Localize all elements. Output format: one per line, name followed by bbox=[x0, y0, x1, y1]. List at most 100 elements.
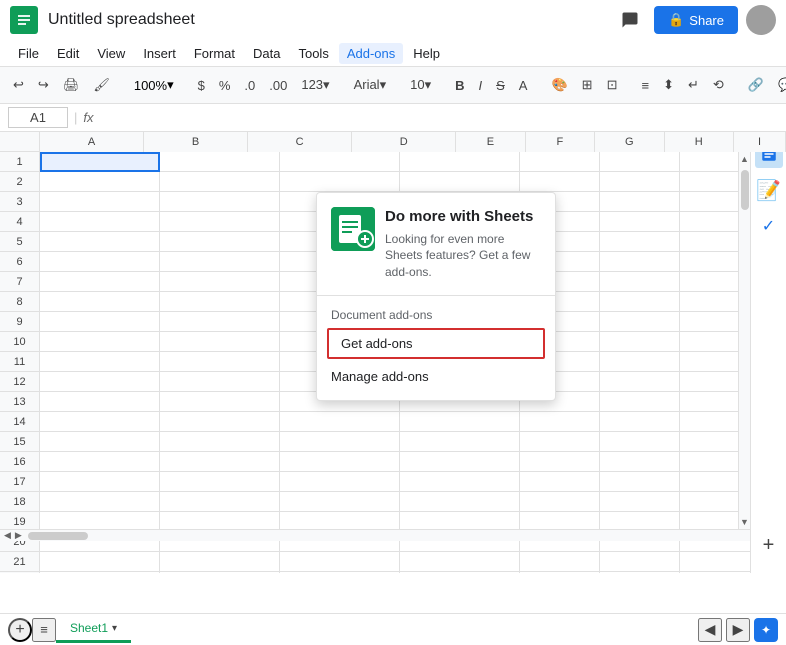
row-7[interactable]: 7 bbox=[0, 272, 40, 292]
valign-button[interactable]: ⬍ bbox=[658, 74, 679, 96]
rotate-button[interactable]: ⟲ bbox=[708, 74, 729, 96]
wrap-button[interactable]: ↵ bbox=[683, 74, 704, 96]
percent-button[interactable]: % bbox=[214, 75, 236, 96]
vertical-scrollbar[interactable]: ▲ ▼ bbox=[738, 152, 750, 529]
col-header-f[interactable]: F bbox=[526, 132, 595, 152]
add-sheet-button[interactable]: + bbox=[8, 618, 32, 642]
decimal-inc-button[interactable]: .00 bbox=[264, 75, 292, 96]
col-header-b[interactable]: B bbox=[144, 132, 248, 152]
undo-button[interactable]: ↩ bbox=[8, 74, 29, 96]
sheet-menu-button[interactable]: ≡ bbox=[32, 618, 56, 642]
popup-header: Do more with Sheets Looking for even mor… bbox=[317, 193, 555, 291]
menu-view[interactable]: View bbox=[89, 43, 133, 64]
col-header-e[interactable]: E bbox=[456, 132, 525, 152]
col-header-c[interactable]: C bbox=[248, 132, 352, 152]
cell-d1[interactable] bbox=[400, 152, 520, 172]
strikethrough-button[interactable]: S bbox=[491, 75, 510, 96]
row-11[interactable]: 11 bbox=[0, 352, 40, 372]
cell-a2[interactable] bbox=[40, 172, 160, 192]
add-panel-icon[interactable]: + bbox=[757, 533, 781, 565]
menu-file[interactable]: File bbox=[10, 43, 47, 64]
column-headers: A B C D E F G H I bbox=[0, 132, 786, 152]
fill-color-button[interactable]: 🎨 bbox=[546, 74, 572, 96]
italic-button[interactable]: I bbox=[474, 75, 488, 96]
row-10[interactable]: 10 bbox=[0, 332, 40, 352]
font-size-button[interactable]: 10▾ bbox=[405, 74, 436, 96]
menu-help[interactable]: Help bbox=[405, 43, 448, 64]
table-row bbox=[40, 412, 786, 432]
borders-button[interactable]: ⊞ bbox=[577, 74, 598, 96]
row-17[interactable]: 17 bbox=[0, 472, 40, 492]
menu-tools[interactable]: Tools bbox=[290, 43, 336, 64]
explore-button[interactable]: ✦ bbox=[754, 618, 778, 642]
number-format-button[interactable]: 123▾ bbox=[296, 74, 334, 96]
col-header-g[interactable]: G bbox=[595, 132, 664, 152]
nav-right-button[interactable]: ▶ bbox=[726, 618, 750, 642]
corner-cell bbox=[0, 132, 40, 152]
nav-left-button[interactable]: ◀ bbox=[698, 618, 722, 642]
col-header-d[interactable]: D bbox=[352, 132, 456, 152]
row-2[interactable]: 2 bbox=[0, 172, 40, 192]
get-addons-button[interactable]: Get add-ons bbox=[327, 328, 545, 359]
cell-reference-input[interactable] bbox=[8, 107, 68, 128]
comment-add-button[interactable]: 💬 bbox=[773, 74, 786, 96]
cell-b1[interactable] bbox=[160, 152, 280, 172]
comment-button[interactable] bbox=[614, 4, 646, 36]
scroll-left-button[interactable]: ◀ bbox=[2, 528, 13, 543]
row-15[interactable]: 15 bbox=[0, 432, 40, 452]
row-21[interactable]: 21 bbox=[0, 552, 40, 572]
popup-title: Do more with Sheets bbox=[385, 207, 541, 227]
notes-panel-icon[interactable]: 📝 bbox=[755, 176, 783, 204]
align-left-button[interactable]: ≡ bbox=[636, 75, 654, 96]
menu-addons[interactable]: Add-ons bbox=[339, 43, 403, 64]
row-6[interactable]: 6 bbox=[0, 252, 40, 272]
table-row bbox=[40, 492, 786, 512]
row-9[interactable]: 9 bbox=[0, 312, 40, 332]
row-12[interactable]: 12 bbox=[0, 372, 40, 392]
row-13[interactable]: 13 bbox=[0, 392, 40, 412]
currency-button[interactable]: $ bbox=[193, 75, 210, 96]
tasks-panel-icon[interactable]: ✓ bbox=[755, 212, 783, 240]
horizontal-scrollbar-thumb[interactable] bbox=[28, 532, 88, 540]
text-color-button[interactable]: A bbox=[514, 75, 533, 96]
decimal-dec-button[interactable]: .0 bbox=[239, 75, 260, 96]
cell-e1[interactable] bbox=[520, 152, 600, 172]
col-header-a[interactable]: A bbox=[40, 132, 144, 152]
manage-addons-button[interactable]: Manage add-ons bbox=[317, 361, 555, 392]
menu-edit[interactable]: Edit bbox=[49, 43, 87, 64]
horizontal-scrollbar[interactable]: ◀ ▶ bbox=[0, 529, 750, 541]
row-16[interactable]: 16 bbox=[0, 452, 40, 472]
row-3[interactable]: 3 bbox=[0, 192, 40, 212]
col-header-h[interactable]: H bbox=[665, 132, 734, 152]
share-button[interactable]: 🔒 Share bbox=[654, 6, 738, 34]
row-8[interactable]: 8 bbox=[0, 292, 40, 312]
sheet-tab-sheet1[interactable]: Sheet1 ▾ bbox=[56, 616, 131, 643]
row-4[interactable]: 4 bbox=[0, 212, 40, 232]
menu-insert[interactable]: Insert bbox=[135, 43, 184, 64]
menu-data[interactable]: Data bbox=[245, 43, 288, 64]
vertical-scrollbar-thumb[interactable] bbox=[741, 170, 749, 210]
share-label: Share bbox=[689, 13, 724, 28]
print-button[interactable]: 🖨 bbox=[58, 74, 85, 96]
cell-a1[interactable] bbox=[40, 152, 160, 172]
bold-button[interactable]: B bbox=[450, 75, 469, 96]
row-1[interactable]: 1 bbox=[0, 152, 40, 172]
menu-format[interactable]: Format bbox=[186, 43, 243, 64]
merge-cells-button[interactable]: ⊡ bbox=[602, 74, 623, 96]
cell-f1[interactable] bbox=[600, 152, 680, 172]
font-button[interactable]: Arial▾ bbox=[349, 74, 392, 96]
row-5[interactable]: 5 bbox=[0, 232, 40, 252]
row-22[interactable]: 22 bbox=[0, 572, 40, 573]
paint-format-button[interactable]: 🖌 bbox=[88, 74, 115, 96]
col-header-i[interactable]: I bbox=[734, 132, 786, 152]
formula-input[interactable] bbox=[100, 110, 778, 125]
scroll-right-button[interactable]: ▶ bbox=[13, 528, 24, 543]
zoom-button[interactable]: 100% ▾ bbox=[129, 75, 179, 95]
right-panel: 📝 ✓ + bbox=[750, 132, 786, 573]
cell-c1[interactable] bbox=[280, 152, 400, 172]
row-18[interactable]: 18 bbox=[0, 492, 40, 512]
popup-description: Looking for even more Sheets features? G… bbox=[385, 231, 541, 281]
redo-button[interactable]: ↪ bbox=[33, 74, 54, 96]
row-14[interactable]: 14 bbox=[0, 412, 40, 432]
link-button[interactable]: 🔗 bbox=[743, 74, 769, 96]
